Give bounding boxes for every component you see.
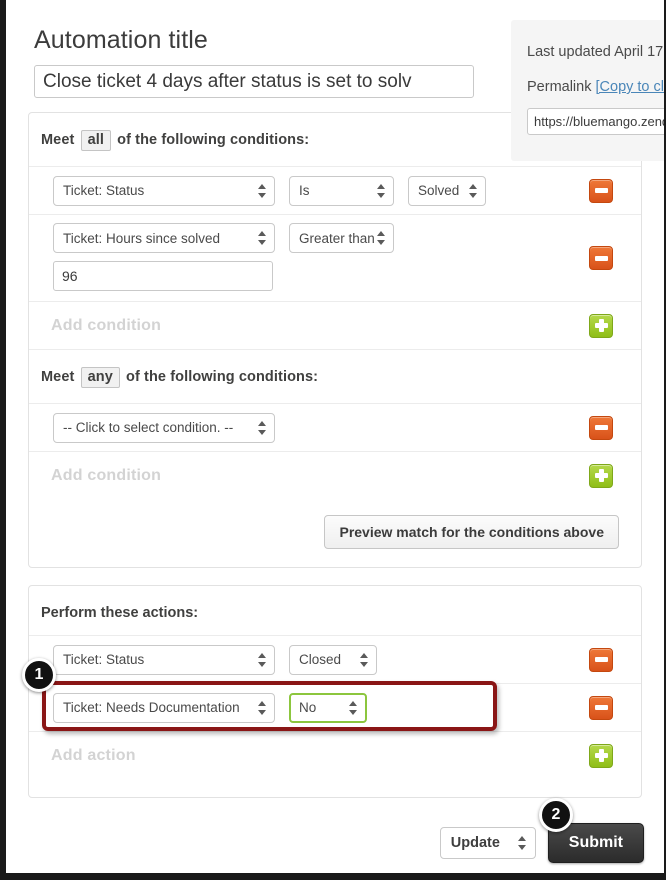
add-condition-button[interactable]: [589, 313, 613, 338]
copy-to-clipboard-link[interactable]: [Copy to cli: [596, 79, 665, 95]
meet-chip-any: any: [80, 367, 120, 388]
plus-icon: [594, 469, 608, 482]
remove-action-button[interactable]: [589, 647, 613, 672]
condition-value-select[interactable]: Solved: [408, 175, 486, 206]
action-field-select[interactable]: Ticket: Needs Documentation: [53, 692, 275, 723]
minus-icon: [594, 188, 608, 193]
meet-prefix-all: Meet: [41, 132, 75, 148]
condition-row: Ticket: Hours since solved Greater than: [29, 214, 641, 301]
add-action-row[interactable]: Add action: [29, 731, 641, 779]
meet-chip-all: all: [80, 130, 111, 151]
plus-icon: [594, 319, 608, 332]
action-row: Ticket: Status Closed: [29, 635, 641, 683]
remove-condition-button[interactable]: [589, 178, 613, 203]
meet-any-label: Meet any of the following conditions:: [29, 349, 641, 403]
action-field-select[interactable]: Ticket: Status: [53, 644, 275, 675]
action-value-select[interactable]: Closed: [289, 644, 377, 675]
add-condition-label: Add condition: [51, 316, 162, 334]
last-updated-text: Last updated April 17, 13:03: [527, 42, 664, 63]
add-condition-row[interactable]: Add condition: [29, 451, 641, 499]
annotation-badge-2: 2: [539, 798, 573, 832]
automation-title-input[interactable]: [34, 65, 474, 98]
minus-icon: [594, 425, 608, 430]
add-action-label: Add action: [51, 746, 136, 764]
last-updated-value: Last updated April 17, 13:03: [527, 44, 664, 60]
remove-condition-button[interactable]: [589, 246, 613, 270]
annotation-badge-1: 1: [22, 658, 56, 692]
add-condition-row[interactable]: Add condition: [29, 301, 641, 349]
minus-icon: [594, 705, 608, 710]
condition-row: Ticket: Status Is Solved: [29, 166, 641, 214]
permalink-input[interactable]: [527, 108, 664, 136]
minus-icon: [594, 255, 608, 261]
conditions-card: Meet all of the following conditions: Ti…: [28, 112, 642, 568]
actions-card: Perform these actions: Ticket: Status Cl…: [28, 585, 642, 798]
update-select[interactable]: Update: [439, 827, 536, 859]
plus-icon: [594, 749, 608, 762]
remove-action-button[interactable]: [589, 695, 613, 720]
condition-value-input[interactable]: [53, 261, 273, 291]
info-panel: Last updated April 17, 13:03 Permalink […: [511, 20, 664, 162]
condition-field-select[interactable]: Ticket: Status: [53, 175, 275, 206]
permalink-label: Permalink: [527, 79, 592, 96]
action-value-select-highlighted[interactable]: No: [289, 692, 367, 723]
screenshot-root: Automation title Meet all of the followi…: [0, 0, 666, 880]
remove-condition-button[interactable]: [589, 415, 613, 440]
actions-heading: Perform these actions:: [41, 605, 199, 621]
meet-suffix-all: of the following conditions:: [117, 132, 310, 148]
permalink-row: Permalink [Copy to cli: [527, 77, 664, 98]
meet-suffix-any: of the following conditions:: [126, 369, 319, 385]
condition-select-placeholder[interactable]: -- Click to select condition. --: [53, 412, 275, 443]
minus-icon: [594, 657, 608, 662]
condition-row-any: -- Click to select condition. --: [29, 403, 641, 451]
preview-match-button[interactable]: Preview match for the conditions above: [324, 515, 619, 549]
preview-button-wrap: Preview match for the conditions above: [29, 499, 641, 549]
add-condition-label: Add condition: [51, 466, 162, 484]
condition-operator-select[interactable]: Greater than: [289, 223, 394, 253]
add-action-button[interactable]: [589, 743, 613, 768]
action-row-highlighted: Ticket: Needs Documentation No: [29, 683, 641, 731]
meet-prefix-any: Meet: [41, 369, 75, 385]
add-condition-button[interactable]: [589, 463, 613, 488]
condition-field-select[interactable]: Ticket: Hours since solved: [53, 223, 275, 253]
automation-editor-page: Automation title Meet all of the followi…: [6, 0, 664, 873]
condition-operator-select[interactable]: Is: [289, 175, 394, 206]
